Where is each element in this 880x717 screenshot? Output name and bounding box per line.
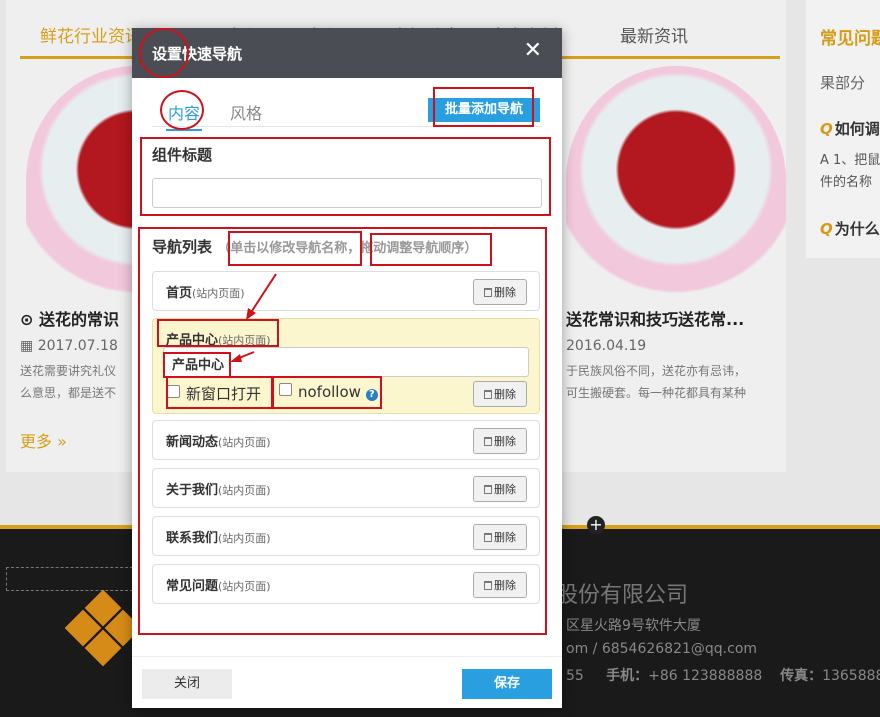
tab-content[interactable]: 内容 (166, 100, 203, 131)
footer-contact: om / 6854626821@qq.com (566, 641, 758, 657)
article-summary-1: 送花需要讲究礼仪 么意思，都是送不 (20, 364, 117, 400)
footer-phones: 55 手机：+86 123888888 传真：1365888888 (566, 668, 880, 684)
delete-button[interactable]: 删除 (473, 428, 527, 454)
nav-name-input[interactable]: 产品中心 (163, 347, 529, 377)
news-tab-industry[interactable]: 鲜花行业资讯 (40, 22, 142, 47)
article-date-1: ▦ 2017.07.18 (20, 338, 118, 354)
nav-item-about[interactable]: 关于我们(站内页面) 删除 (152, 468, 540, 508)
nav-item-label[interactable]: 关于我们 (166, 483, 218, 498)
article-title-1[interactable]: ⊙ 送花的常识 (20, 306, 119, 330)
article-summary-2: 于民族风俗不同，送花亦有忌讳， 可生搬硬套。每一种花都具有某种 (566, 364, 747, 400)
save-button[interactable]: 保存 (462, 669, 552, 699)
nav-list-label: 导航列表 (152, 238, 213, 256)
more-link[interactable]: 更多 » (20, 428, 67, 452)
nav-item-label[interactable]: 常见问题 (166, 579, 218, 594)
nav-item-label[interactable]: 首页 (166, 286, 192, 301)
nav-item-home[interactable]: 首页(站内页面) 删除 (152, 271, 540, 311)
faq-question-2[interactable]: Q 为什么 (820, 218, 880, 239)
faq-title: 常见问题 (820, 29, 880, 49)
delete-button[interactable]: 删除 (473, 524, 527, 550)
add-section-icon[interactable]: + (587, 516, 605, 534)
batch-add-nav-button[interactable]: 批量添加导航 (428, 98, 540, 122)
footer-address: 区星火路9号软件大厦 (566, 618, 701, 634)
trash-icon (484, 390, 492, 399)
article-title-2[interactable]: 送花常识和技巧送花常... (566, 306, 744, 330)
dialog-title: 设置快速导航 (152, 45, 243, 63)
flower-image-2 (566, 66, 786, 296)
dialog-header: 设置快速导航 ✕ (132, 28, 562, 78)
tab-style[interactable]: 风格 (230, 100, 262, 124)
trash-icon (484, 581, 492, 590)
nav-list-header: 导航列表 （单击以修改导航名称，拖动调整导航顺序） (152, 236, 477, 257)
news-tab-latest[interactable]: 最新资讯 (620, 22, 688, 47)
faq-question-1[interactable]: Q 如何调 (820, 118, 880, 139)
trash-icon (484, 485, 492, 494)
faq-text: 果部分 (820, 74, 866, 92)
close-icon[interactable]: ✕ (524, 40, 542, 62)
nav-item-contact[interactable]: 联系我们(站内页面) 删除 (152, 516, 540, 556)
trash-icon (484, 437, 492, 446)
help-icon[interactable]: ? (365, 389, 378, 401)
dialog-footer: 关闭 保存 (132, 656, 562, 709)
delete-button[interactable]: 删除 (473, 572, 527, 598)
nav-item-faq[interactable]: 常见问题(站内页面) 删除 (152, 564, 540, 604)
faq-answer-1: A 1、把鼠件的名称 (820, 153, 880, 190)
trash-icon (484, 533, 492, 542)
component-title-input[interactable] (152, 178, 542, 208)
nav-item-products[interactable]: 产品中心(站内页面) 产品中心 新窗口打开 nofollow ? 删除 (152, 318, 540, 414)
faq-sidebar: 常见问题 果部分 Q 如何调 A 1、把鼠件的名称 Q 为什么 (806, 0, 880, 258)
component-title-label: 组件标题 (152, 146, 213, 164)
new-window-checkbox[interactable]: 新窗口打开 (167, 383, 261, 404)
nav-list-hint: （单击以修改导航名称，拖动调整导航顺序） (217, 241, 478, 256)
quick-nav-dialog: 设置快速导航 ✕ 内容 风格 批量添加导航 组件标题 导航列表 （单击以修改导航… (132, 28, 562, 708)
nofollow-checkbox[interactable]: nofollow ? (279, 383, 378, 401)
article-date-2: 2016.04.19 (566, 338, 647, 354)
nav-item-label[interactable]: 联系我们 (166, 531, 218, 546)
delete-button[interactable]: 删除 (473, 279, 527, 305)
delete-button[interactable]: 删除 (473, 381, 527, 407)
footer-company: 股份有限公司 (556, 583, 689, 608)
nav-item-news[interactable]: 新闻动态(站内页面) 删除 (152, 420, 540, 460)
trash-icon (484, 288, 492, 297)
footer-placeholder (6, 567, 148, 591)
nav-item-label[interactable]: 新闻动态 (166, 435, 218, 450)
close-button[interactable]: 关闭 (142, 669, 232, 699)
delete-button[interactable]: 删除 (473, 476, 527, 502)
nav-item-label[interactable]: 产品中心 (166, 333, 218, 348)
